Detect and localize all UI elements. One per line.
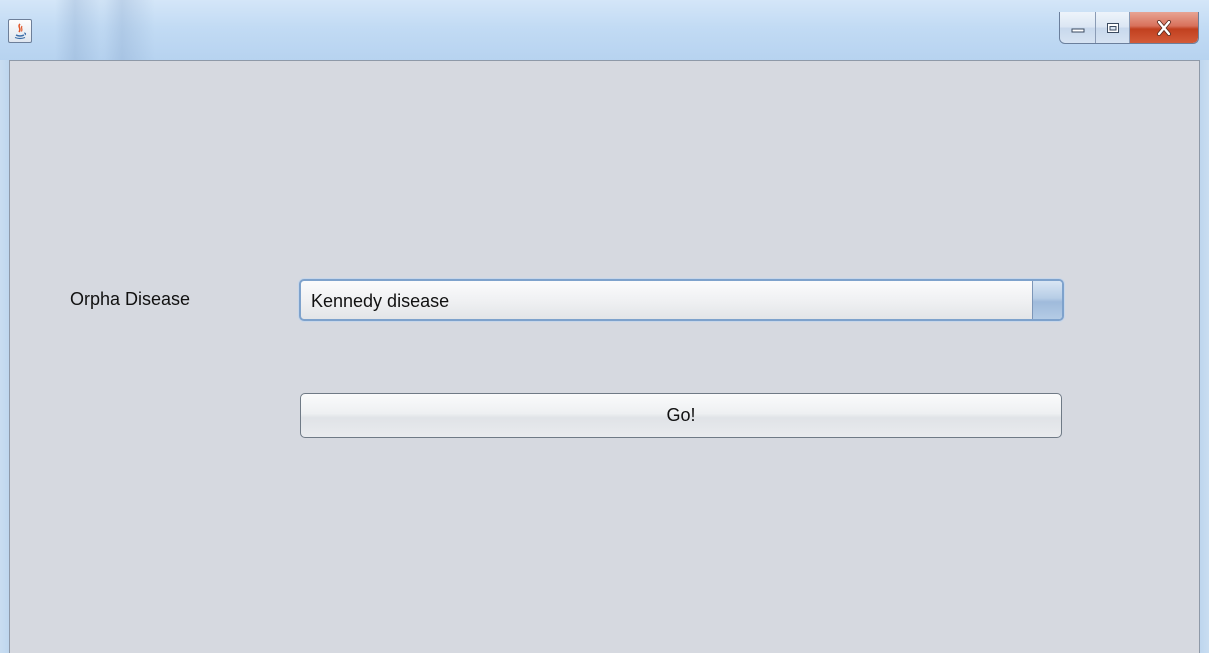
orpha-disease-label: Orpha Disease bbox=[70, 289, 191, 309]
disease-combobox[interactable]: Kennedy disease bbox=[299, 279, 1064, 321]
minimize-icon bbox=[1071, 28, 1084, 32]
close-button[interactable] bbox=[1130, 12, 1198, 43]
window-frame-left bbox=[0, 60, 9, 653]
window-frame-right bbox=[1200, 60, 1209, 653]
window-controls bbox=[1059, 12, 1199, 44]
application-window: Orpha Disease Kennedy disease Go! bbox=[0, 0, 1209, 653]
go-button[interactable]: Go! bbox=[300, 393, 1062, 438]
disease-combobox-value: Kennedy disease bbox=[311, 291, 450, 311]
minimize-button[interactable] bbox=[1060, 12, 1096, 43]
title-bar-glass-streak bbox=[100, 0, 155, 60]
close-icon bbox=[1157, 19, 1171, 36]
content-panel: Orpha Disease Kennedy disease Go! bbox=[9, 60, 1200, 653]
maximize-icon bbox=[1106, 22, 1119, 33]
title-bar[interactable] bbox=[0, 0, 1209, 60]
title-bar-glass-streak bbox=[55, 0, 105, 60]
combobox-dropdown-button[interactable] bbox=[1032, 281, 1062, 319]
java-icon[interactable] bbox=[8, 19, 32, 43]
maximize-button[interactable] bbox=[1096, 12, 1130, 43]
